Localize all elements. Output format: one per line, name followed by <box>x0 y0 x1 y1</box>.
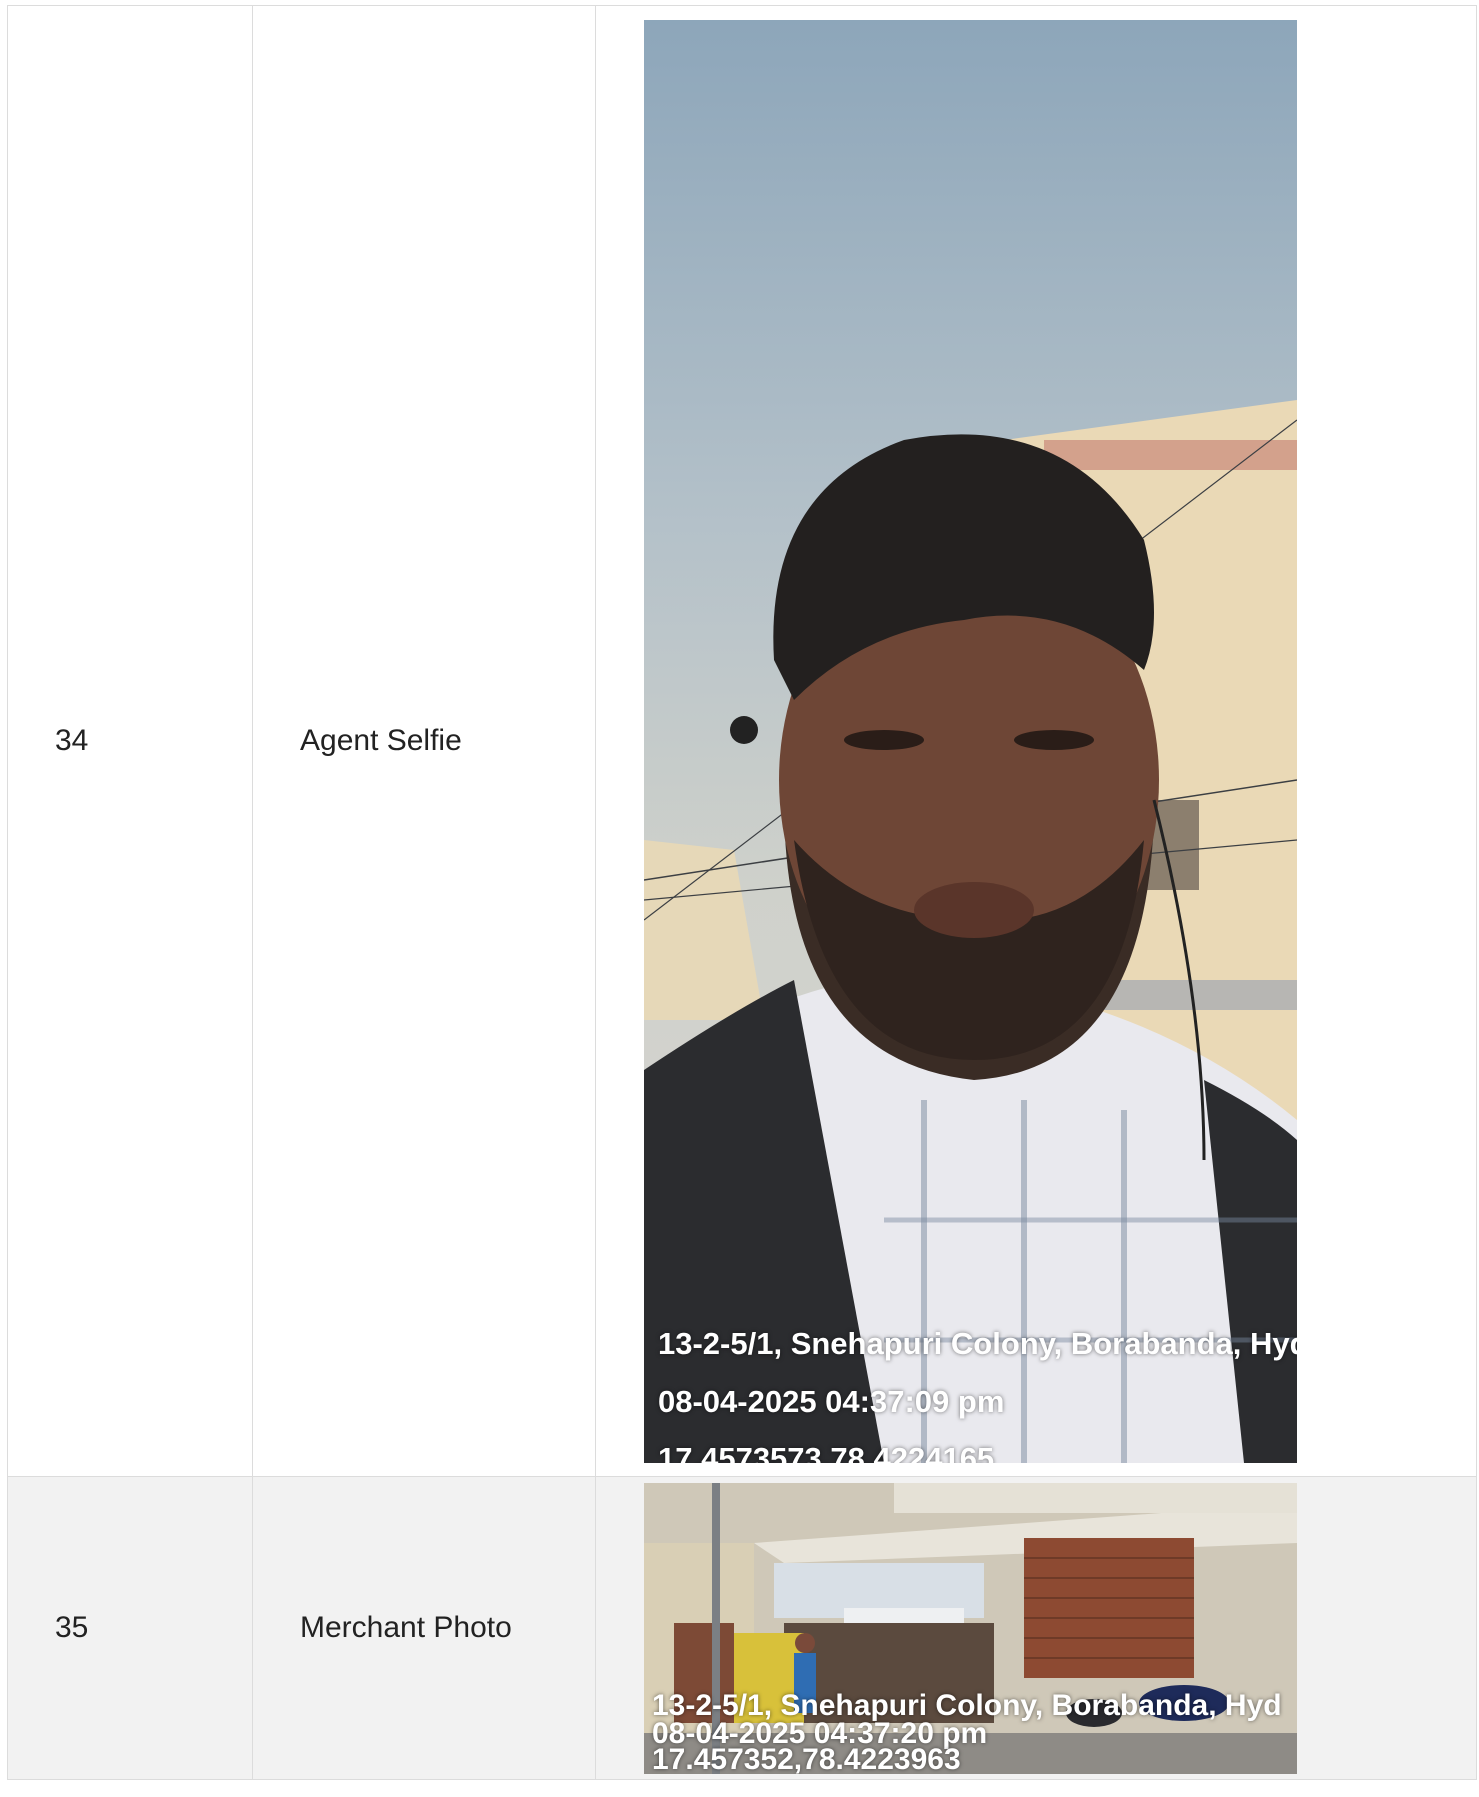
photo-table: 34 Agent Selfie 13-2-5/1, Snehapuri Colo… <box>7 5 1477 1780</box>
row-number-cell: 35 <box>7 1476 253 1780</box>
agent-selfie-photo[interactable]: 13-2-5/1, Snehapuri Colony, Borabanda, H… <box>644 19 1297 1463</box>
row-label: Agent Selfie <box>300 724 462 757</box>
table-row: 35 Merchant Photo 13-2-5/1, Snehapuri Co… <box>7 1476 1477 1780</box>
row-label-cell: Agent Selfie <box>252 5 596 1477</box>
row-number-cell: 34 <box>7 5 253 1477</box>
row-photo-cell: 13-2-5/1, Snehapuri Colony, Borabanda, H… <box>595 5 1477 1477</box>
photo-stamp-address: 13-2-5/1, Snehapuri Colony, Borabanda, H… <box>658 1325 1297 1361</box>
selfie-illustration <box>644 19 1297 1463</box>
table-row: 34 Agent Selfie 13-2-5/1, Snehapuri Colo… <box>7 5 1477 1477</box>
row-label: Merchant Photo <box>300 1611 512 1644</box>
row-photo-cell: 13-2-5/1, Snehapuri Colony, Borabanda, H… <box>595 1476 1477 1780</box>
photo-stamp-coords: 17.457352,78.4223963 <box>652 1742 961 1774</box>
row-label-cell: Merchant Photo <box>252 1476 596 1780</box>
photo-stamp-datetime: 08-04-2025 04:37:09 pm <box>658 1383 1005 1419</box>
merchant-photo[interactable]: 13-2-5/1, Snehapuri Colony, Borabanda, H… <box>644 1482 1297 1774</box>
row-number: 34 <box>55 724 89 757</box>
row-number: 35 <box>55 1611 89 1644</box>
photo-stamp-coords: 17.4573573,78.4224165 <box>658 1440 995 1463</box>
